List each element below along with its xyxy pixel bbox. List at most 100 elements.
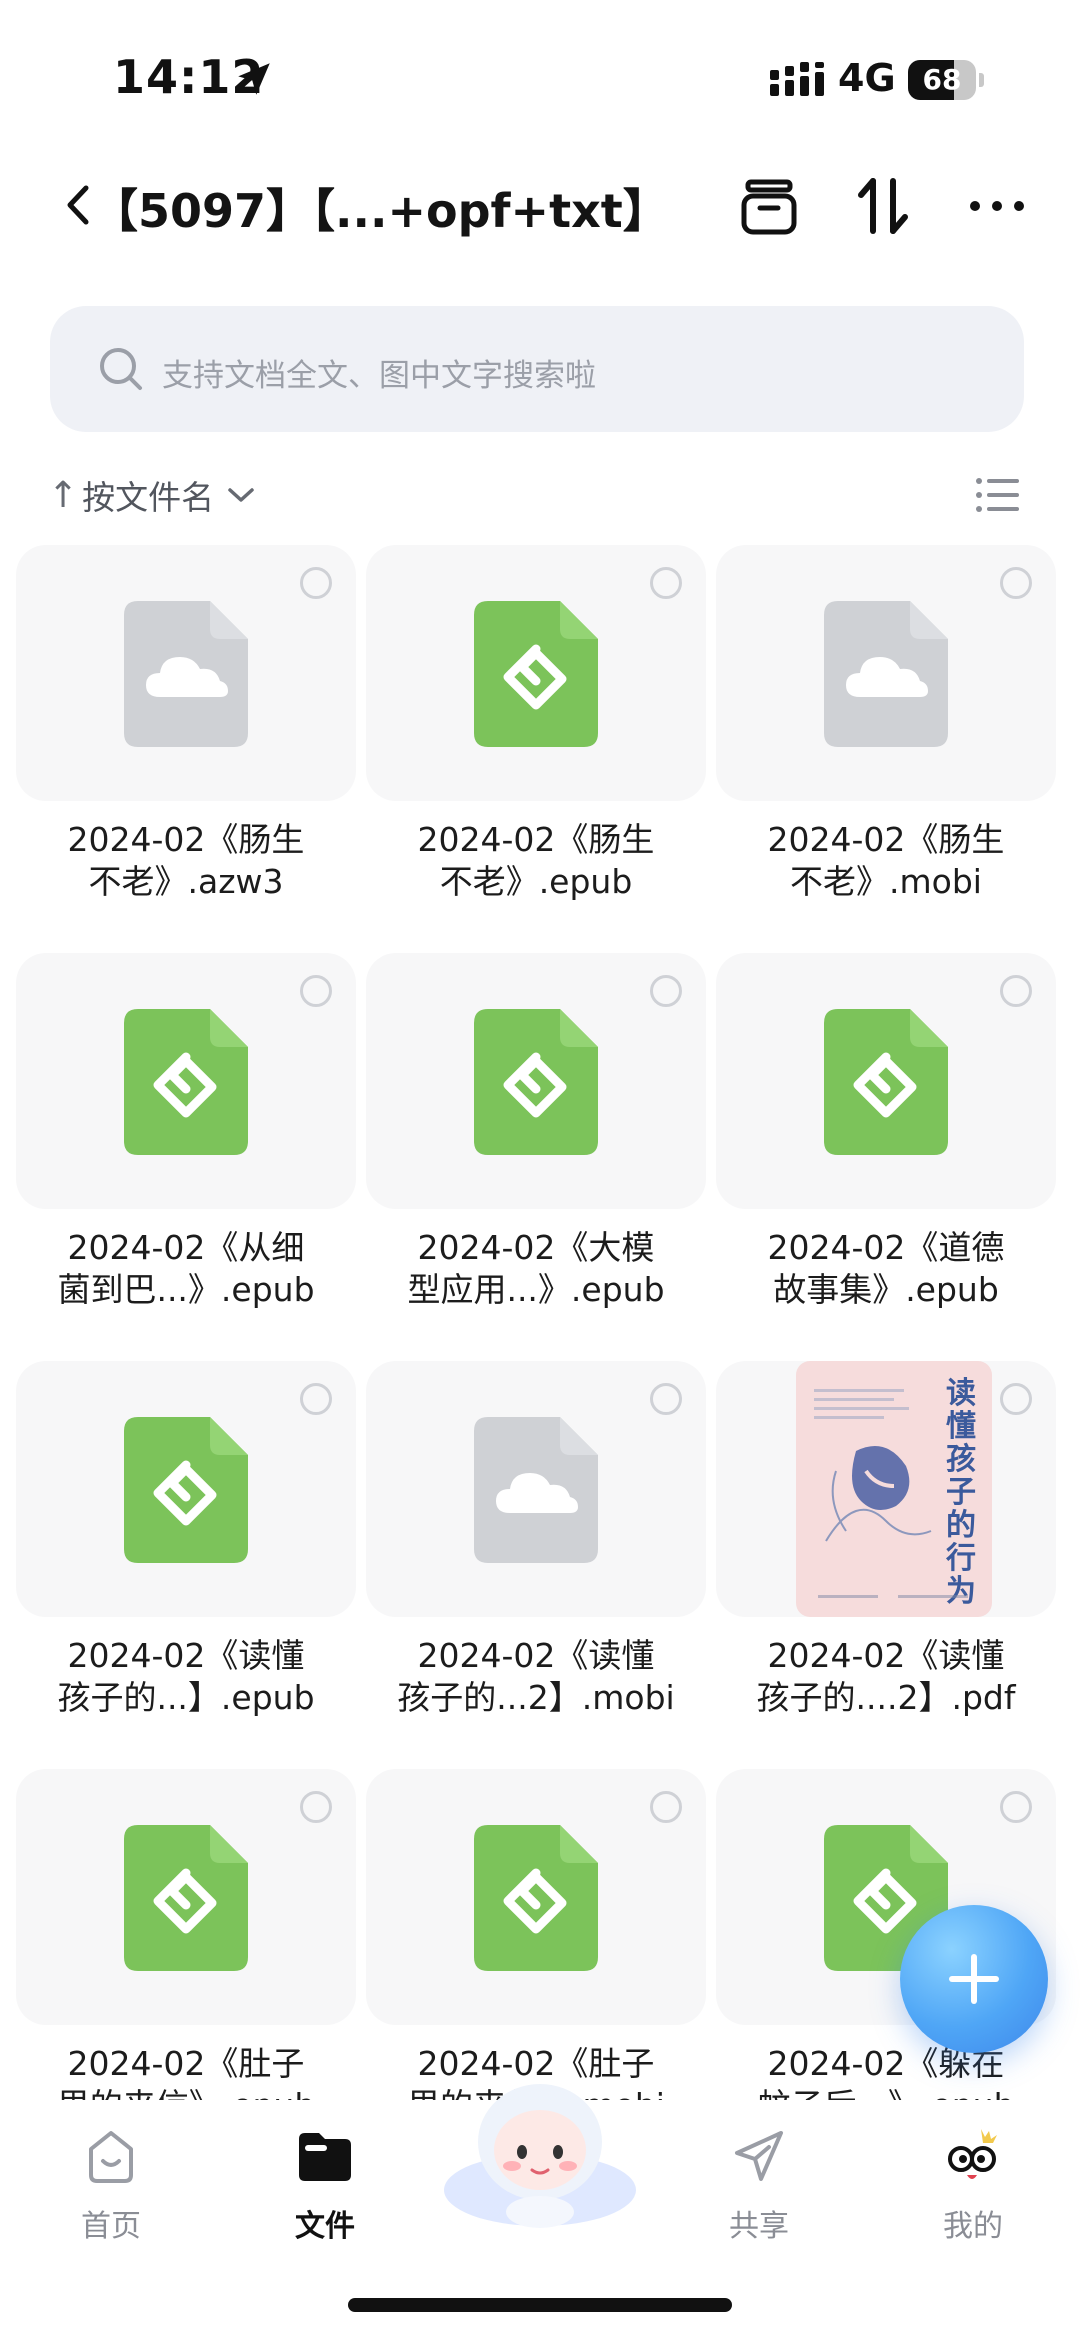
file-name: 2024-02《读懂 孩子的....2】.pdf	[716, 1635, 1056, 1719]
file-name: 2024-02《肚子里的来信》.epub	[16, 2043, 356, 2100]
file-card[interactable]: 2024-02《肠生 不老》.epub	[366, 545, 706, 953]
file-name-line-1: 2024-02《读懂	[767, 1636, 1005, 1675]
file-thumbnail	[16, 953, 356, 1209]
file-thumbnail: 读懂孩子的行为	[716, 1361, 1056, 1617]
file-card[interactable]: 2024-02《肚子里的来信》.mobi	[366, 1769, 706, 2100]
file-name: 2024-02《道德 故事集》.epub	[716, 1227, 1056, 1311]
tab-share[interactable]: 共享	[684, 2125, 834, 2245]
file-thumbnail	[716, 953, 1056, 1209]
search-icon	[100, 348, 142, 390]
epub-file-icon	[824, 1009, 948, 1155]
select-checkbox[interactable]	[650, 567, 682, 599]
tab-profile-label: 我的	[943, 2209, 1003, 2244]
select-checkbox[interactable]	[650, 1791, 682, 1823]
plus-icon	[949, 1954, 999, 2004]
folder-icon	[299, 2133, 351, 2181]
select-checkbox[interactable]	[300, 975, 332, 1007]
select-checkbox[interactable]	[1000, 1791, 1032, 1823]
select-checkbox[interactable]	[300, 1383, 332, 1415]
file-thumbnail	[16, 1361, 356, 1617]
file-name-line-2: 菌到巴...》.epub	[57, 1270, 315, 1309]
file-name-line-2: 不老》.mobi	[790, 862, 982, 901]
file-name-line-1: 2024-02《读懂	[67, 1636, 305, 1675]
file-name-line-2: 孩子的...2】.mobi	[397, 1678, 675, 1717]
archive-icon[interactable]	[740, 178, 798, 236]
file-name: 2024-02《肠生 不老》.mobi	[716, 819, 1056, 903]
file-name: 2024-02《读懂 孩子的...】.epub	[16, 1635, 356, 1719]
folder-title: 【5097】【...+opf+txt】	[92, 184, 669, 238]
battery-icon: 68	[908, 60, 984, 100]
sort-label: 按文件名	[82, 478, 215, 517]
select-checkbox[interactable]	[300, 1791, 332, 1823]
chevron-down-icon	[228, 488, 254, 502]
book-cover-image: 读懂孩子的行为	[796, 1361, 992, 1617]
file-thumbnail	[366, 1361, 706, 1617]
file-card[interactable]: 2024-02《读懂 孩子的...】.epub	[16, 1361, 356, 1769]
tab-files[interactable]: 文件	[250, 2125, 400, 2245]
sort-icon[interactable]	[855, 175, 911, 237]
file-name-line-1: 2024-02《肚子	[67, 2044, 305, 2083]
file-thumbnail	[16, 545, 356, 801]
assistant-mascot-icon[interactable]	[440, 2072, 640, 2232]
file-name-line-1: 2024-02《肠生	[417, 820, 655, 859]
epub-file-icon	[124, 1417, 248, 1563]
search-input[interactable]: 支持文档全文、图中文字搜索啦	[50, 306, 1024, 432]
file-card[interactable]: 2024-02《从细 菌到巴...》.epub	[16, 953, 356, 1361]
select-checkbox[interactable]	[650, 1383, 682, 1415]
file-card[interactable]: 2024-02《读懂 孩子的...2】.mobi	[366, 1361, 706, 1769]
select-checkbox[interactable]	[1000, 567, 1032, 599]
add-button[interactable]	[900, 1905, 1048, 2053]
file-card[interactable]: 2024-02《肚子里的来信》.epub	[16, 1769, 356, 2100]
file-name-line-1: 2024-02《从细	[67, 1228, 305, 1267]
file-name-line-1: 2024-02《肠生	[767, 820, 1005, 859]
select-checkbox[interactable]	[650, 975, 682, 1007]
more-icon[interactable]	[967, 196, 1027, 216]
file-name-line-1: 2024-02《肠生	[67, 820, 305, 859]
file-card[interactable]: 2024-02《大模 型应用...》.epub	[366, 953, 706, 1361]
file-name-line-1: 2024-02《躲在	[767, 2044, 1005, 2083]
network-type: 4G	[838, 56, 896, 100]
sort-by-name-toggle[interactable]: ↑ 按文件名	[48, 470, 256, 520]
profile-icon	[948, 2129, 997, 2179]
file-name-line-1: 2024-02《读懂	[417, 1636, 655, 1675]
book-cover-title: 读懂孩子的行为	[946, 1376, 976, 1609]
file-name: 2024-02《从细 菌到巴...》.epub	[16, 1227, 356, 1311]
cloud-file-icon	[824, 601, 948, 747]
file-thumbnail	[366, 1769, 706, 2025]
select-checkbox[interactable]	[1000, 1383, 1032, 1415]
battery-percent: 68	[922, 63, 962, 96]
file-name-line-2: 不老》.epub	[439, 862, 633, 901]
file-name-line-2: 孩子的....2】.pdf	[756, 1678, 1016, 1717]
file-card[interactable]: 读懂孩子的行为 2024-02《读懂 孩子的....2】.pdf	[716, 1361, 1056, 1769]
epub-file-icon	[474, 1825, 598, 1971]
file-card[interactable]: 2024-02《肠生 不老》.mobi	[716, 545, 1056, 953]
file-name-line-2: 不老》.azw3	[88, 862, 284, 901]
file-name-line-1: 2024-02《大模	[417, 1228, 655, 1267]
tab-home[interactable]: 首页	[36, 2125, 186, 2245]
tab-profile[interactable]: 我的	[898, 2125, 1048, 2245]
file-browser-screen: 14:12 4G 68 【5097】【...+opf+txt】 支持文档全文、图…	[0, 0, 1080, 2341]
file-thumbnail	[716, 545, 1056, 801]
tab-home-label: 首页	[81, 2209, 141, 2244]
file-name: 2024-02《肠生 不老》.azw3	[16, 819, 356, 903]
cloud-file-icon	[124, 601, 248, 747]
file-card[interactable]: 2024-02《肠生 不老》.azw3	[16, 545, 356, 953]
epub-file-icon	[474, 601, 598, 747]
location-arrow-icon	[238, 63, 270, 95]
file-name: 2024-02《大模 型应用...》.epub	[366, 1227, 706, 1311]
file-card[interactable]: 2024-02《道德 故事集》.epub	[716, 953, 1056, 1361]
tab-files-label: 文件	[295, 2209, 355, 2244]
epub-file-icon	[474, 1009, 598, 1155]
home-indicator	[348, 2298, 732, 2312]
file-thumbnail	[16, 1769, 356, 2025]
select-checkbox[interactable]	[1000, 975, 1032, 1007]
home-icon	[89, 2131, 133, 2183]
file-name-line-2: 型应用...》.epub	[407, 1270, 665, 1309]
search-placeholder: 支持文档全文、图中文字搜索啦	[162, 358, 596, 394]
file-name: 2024-02《躲在蚊子后...》.epub	[716, 2043, 1056, 2100]
file-name-line-2: 里的来信》.epub	[16, 2085, 356, 2100]
file-thumbnail	[366, 545, 706, 801]
list-view-icon[interactable]	[975, 476, 1019, 514]
select-checkbox[interactable]	[300, 567, 332, 599]
file-name: 2024-02《肠生 不老》.epub	[366, 819, 706, 903]
